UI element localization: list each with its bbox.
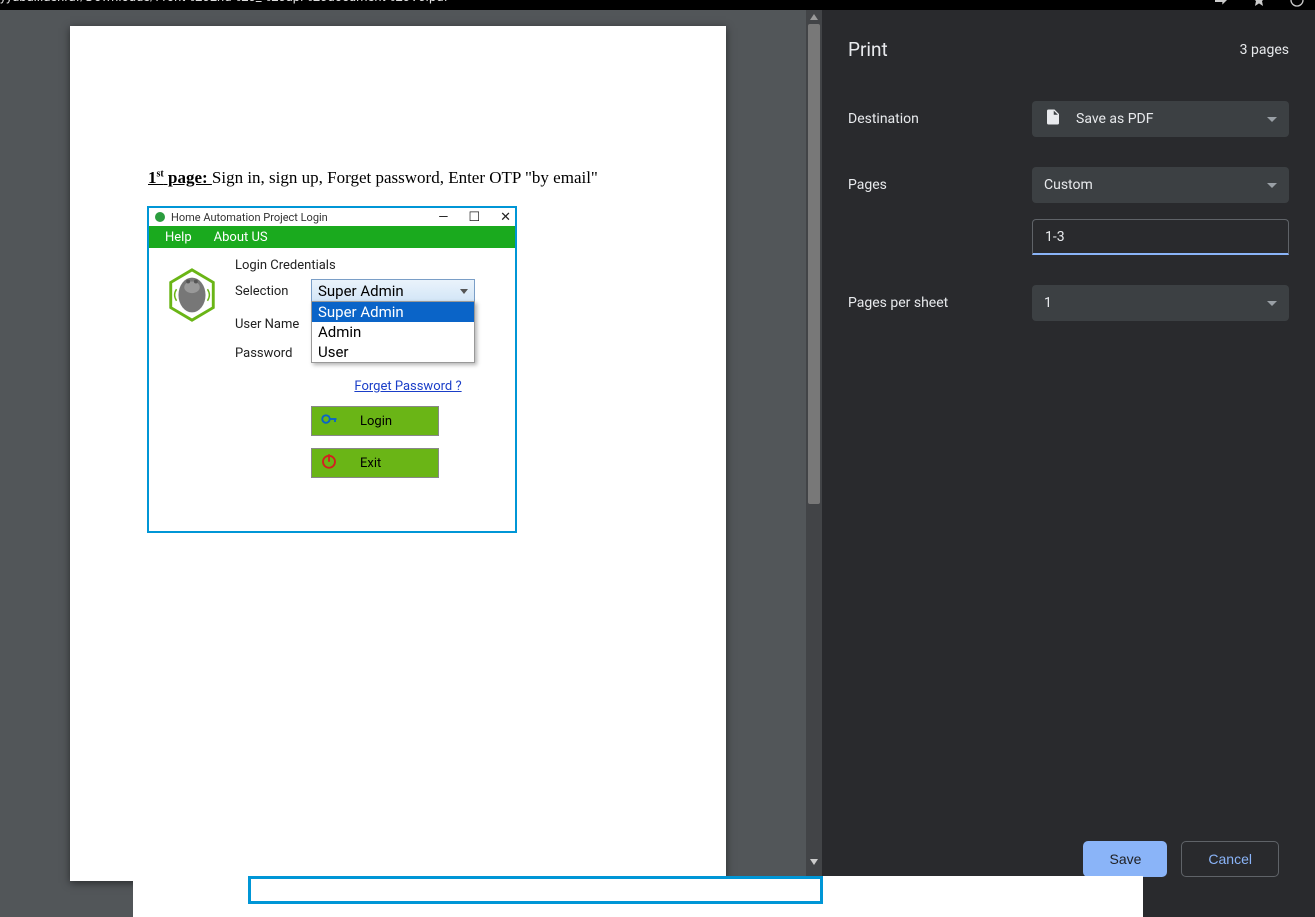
exit-button: Exit [311,448,439,478]
scrollbar-thumb[interactable] [808,24,820,504]
scroll-down-icon[interactable] [810,859,818,867]
login-button: Login [311,406,439,436]
browser-url: yyaball.ashraf/Downloads/Front%20End%20_… [0,0,448,5]
scroll-up-icon[interactable] [810,12,818,20]
document-page: 1st page: Sign in, sign up, Forget passw… [70,26,726,881]
mock-app-window: Home Automation Project Login — ☐ ✕ Help… [147,206,517,533]
pages-per-sheet-select[interactable]: 1 [1032,285,1289,321]
pages-label: Pages [848,177,1032,193]
chevron-down-icon [1267,183,1277,188]
destination-label: Destination [848,111,1032,127]
chevron-down-icon [1267,301,1277,306]
form-section-title: Login Credentials [235,258,505,273]
chevron-down-icon [1267,117,1277,122]
chevron-down-icon [460,289,468,294]
key-icon [320,410,338,432]
print-settings-panel: Print 3 pages Destination Save as PDF Pa… [822,10,1315,917]
close-icon: ✕ [500,210,511,225]
print-dialog-title: Print [848,38,888,61]
dropdown-option: User [312,342,474,362]
label-username: User Name [235,317,311,332]
window-controls: — ☐ ✕ [438,210,511,225]
dropdown-list: Super Admin Admin User [311,301,475,363]
pdf-file-icon [1044,108,1062,130]
destination-select[interactable]: Save as PDF [1032,101,1289,137]
mock-menubar: Help About US [149,226,515,248]
page-element-border [248,876,823,904]
menu-about: About US [214,230,268,245]
power-icon [320,452,338,474]
login-form: Login Credentials Selection Super Admin … [235,258,505,478]
window-title: Home Automation Project Login [171,211,328,224]
page-heading: 1st page: Sign in, sign up, Forget passw… [148,168,598,188]
pages-mode-select[interactable]: Custom [1032,167,1289,203]
browser-address-bar: yyaball.ashraf/Downloads/Front%20End%20_… [0,0,1315,10]
maximize-icon: ☐ [468,210,480,225]
app-logo [163,266,221,324]
dropdown-option: Super Admin [312,302,474,322]
preview-scrollbar[interactable] [806,10,822,917]
save-button[interactable]: Save [1083,841,1167,877]
forget-password-link: Forget Password ? [311,375,505,394]
mock-titlebar: Home Automation Project Login — ☐ ✕ [149,208,515,226]
pages-per-sheet-label: Pages per sheet [848,295,1032,311]
cancel-button[interactable]: Cancel [1181,841,1279,877]
pages-range-input[interactable]: 1-3 [1032,219,1289,255]
minimize-icon: — [438,210,448,225]
print-preview-area: 1st page: Sign in, sign up, Forget passw… [0,10,822,917]
page-count-label: 3 pages [1240,42,1289,58]
dropdown-option: Admin [312,322,474,342]
selection-dropdown: Super Admin Super Admin Admin User [311,279,475,303]
menu-help: Help [165,230,192,245]
app-icon [155,212,165,222]
label-selection: Selection [235,284,311,299]
label-password: Password [235,346,311,361]
